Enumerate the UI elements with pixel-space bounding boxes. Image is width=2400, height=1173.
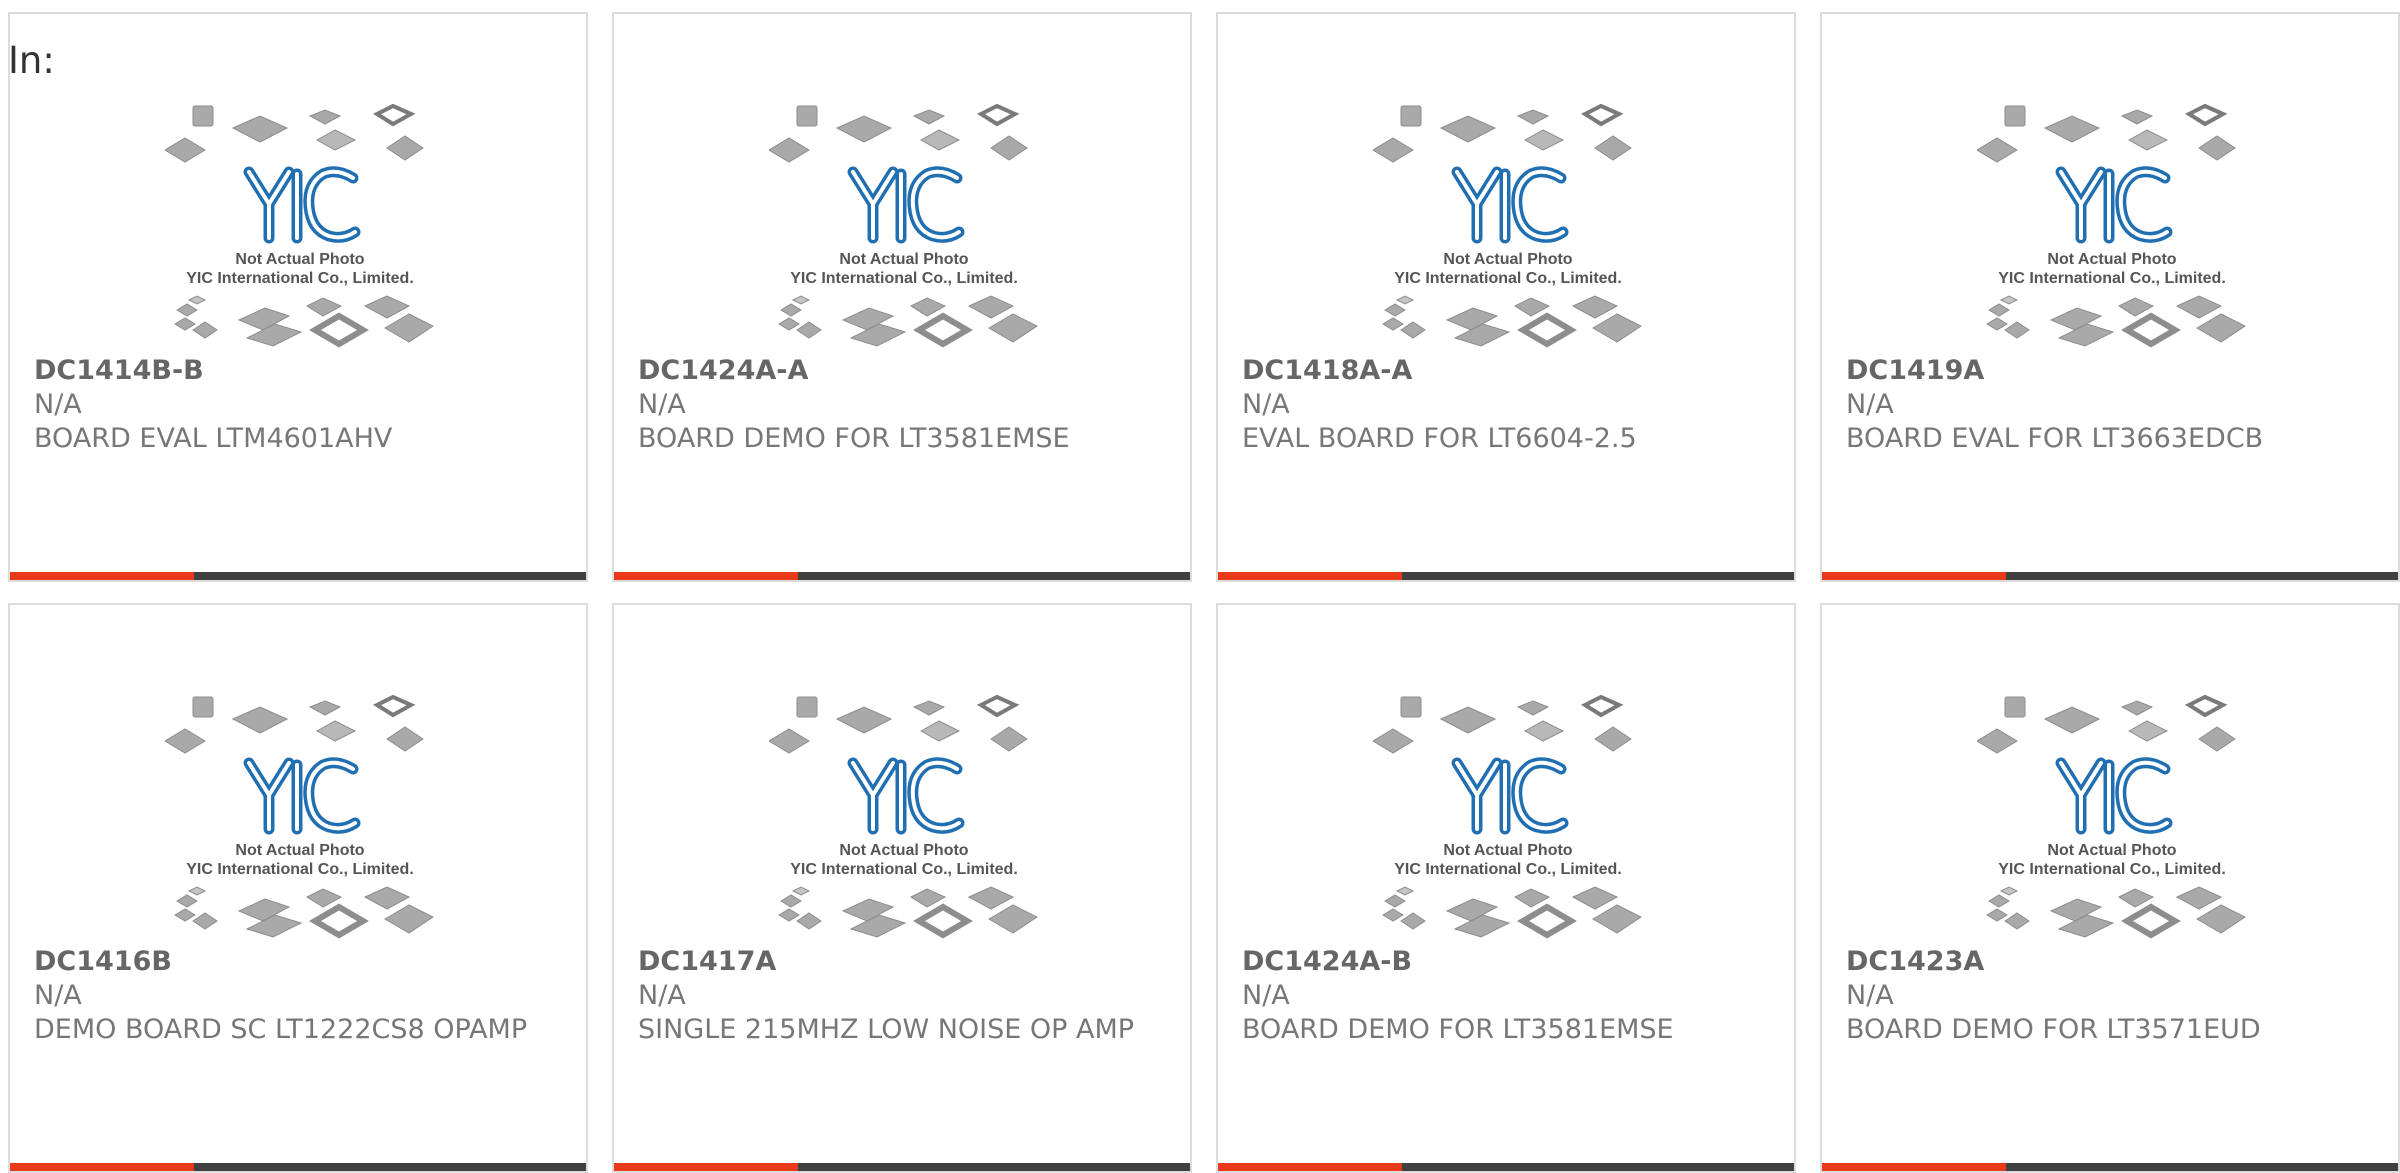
caption-line2: YIC International Co., Limited. — [186, 861, 414, 878]
product-card-dc1416b[interactable]: Not Actual Photo YIC International Co., … — [8, 603, 588, 1173]
card-bar-accent — [1822, 1163, 2007, 1171]
card-bar — [614, 572, 1190, 580]
product-info: DC1419A N/A BOARD EVAL FOR LT3663EDCB — [1846, 354, 2376, 456]
caption-line1: Not Actual Photo — [1443, 842, 1572, 859]
manufacturer: N/A — [1846, 389, 1894, 420]
caption-line1: Not Actual Photo — [1443, 251, 1572, 268]
part-number[interactable]: DC1417A — [638, 945, 1168, 979]
description: DEMO BOARD SC LT1222CS8 OPAMP — [34, 1014, 528, 1045]
card-bar — [1822, 572, 2398, 580]
product-info: DC1418A-A N/A EVAL BOARD FOR LT6604-2.5 — [1242, 354, 1772, 456]
manufacturer: N/A — [1242, 980, 1290, 1011]
caption-line1: Not Actual Photo — [839, 251, 968, 268]
part-number[interactable]: DC1424A-A — [638, 354, 1168, 388]
product-info: DC1423A N/A BOARD DEMO FOR LT3571EUD — [1846, 945, 2376, 1047]
product-info: DC1416B N/A DEMO BOARD SC LT1222CS8 OPAM… — [34, 945, 564, 1047]
manufacturer: N/A — [34, 389, 82, 420]
card-bar-accent — [1822, 572, 2007, 580]
description: BOARD EVAL FOR LT3663EDCB — [1846, 423, 2264, 454]
card-bar — [1822, 1163, 2398, 1171]
card-bar-accent — [10, 572, 195, 580]
product-image: Not Actual Photo YIC International Co., … — [165, 102, 435, 354]
caption-line1: Not Actual Photo — [2047, 251, 2176, 268]
card-bar-accent — [1218, 1163, 1403, 1171]
product-card-dc1423a[interactable]: Not Actual Photo YIC International Co., … — [1820, 603, 2400, 1173]
part-number[interactable]: DC1414B-B — [34, 354, 564, 388]
caption-line2: YIC International Co., Limited. — [1394, 270, 1622, 287]
product-image: Not Actual Photo YIC International Co., … — [1977, 693, 2247, 945]
part-number[interactable]: DC1416B — [34, 945, 564, 979]
caption-line1: Not Actual Photo — [235, 251, 364, 268]
caption-line1: Not Actual Photo — [235, 842, 364, 859]
product-card-dc1418a-a[interactable]: Not Actual Photo YIC International Co., … — [1216, 12, 1796, 582]
manufacturer: N/A — [638, 980, 686, 1011]
product-image: Not Actual Photo YIC International Co., … — [1977, 102, 2247, 354]
caption-line1: Not Actual Photo — [839, 842, 968, 859]
card-bar — [1218, 572, 1794, 580]
product-image: Not Actual Photo YIC International Co., … — [1373, 102, 1643, 354]
card-bar — [1218, 1163, 1794, 1171]
product-image: Not Actual Photo YIC International Co., … — [1373, 693, 1643, 945]
product-info: DC1417A N/A SINGLE 215MHZ LOW NOISE OP A… — [638, 945, 1168, 1047]
description: BOARD EVAL LTM4601AHV — [34, 423, 393, 454]
caption-line2: YIC International Co., Limited. — [790, 861, 1018, 878]
caption-line2: YIC International Co., Limited. — [1998, 861, 2226, 878]
product-info: DC1424A-B N/A BOARD DEMO FOR LT3581EMSE — [1242, 945, 1772, 1047]
filter-label: In: — [8, 39, 55, 82]
product-card-dc1424a-b[interactable]: Not Actual Photo YIC International Co., … — [1216, 603, 1796, 1173]
card-bar-accent — [1218, 572, 1403, 580]
product-grid: Not Actual Photo YIC International Co., … — [0, 0, 2400, 1173]
caption-line1: Not Actual Photo — [2047, 842, 2176, 859]
caption-line2: YIC International Co., Limited. — [790, 270, 1018, 287]
manufacturer: N/A — [1846, 980, 1894, 1011]
product-image: Not Actual Photo YIC International Co., … — [769, 693, 1039, 945]
product-image: Not Actual Photo YIC International Co., … — [769, 102, 1039, 354]
part-number[interactable]: DC1423A — [1846, 945, 2376, 979]
part-number[interactable]: DC1418A-A — [1242, 354, 1772, 388]
part-number[interactable]: DC1424A-B — [1242, 945, 1772, 979]
card-bar — [614, 1163, 1190, 1171]
caption-line2: YIC International Co., Limited. — [186, 270, 414, 287]
manufacturer: N/A — [1242, 389, 1290, 420]
card-bar — [10, 572, 586, 580]
product-info: DC1414B-B N/A BOARD EVAL LTM4601AHV — [34, 354, 564, 456]
card-bar — [10, 1163, 586, 1171]
card-bar-accent — [614, 1163, 799, 1171]
description: BOARD DEMO FOR LT3581EMSE — [1242, 1014, 1674, 1045]
description: SINGLE 215MHZ LOW NOISE OP AMP — [638, 1014, 1135, 1045]
description: BOARD DEMO FOR LT3581EMSE — [638, 423, 1070, 454]
product-info: DC1424A-A N/A BOARD DEMO FOR LT3581EMSE — [638, 354, 1168, 456]
product-card-dc1419a[interactable]: Not Actual Photo YIC International Co., … — [1820, 12, 2400, 582]
caption-line2: YIC International Co., Limited. — [1998, 270, 2226, 287]
description: EVAL BOARD FOR LT6604-2.5 — [1242, 423, 1637, 454]
manufacturer: N/A — [638, 389, 686, 420]
product-card-dc1414b-b[interactable]: Not Actual Photo YIC International Co., … — [8, 12, 588, 582]
manufacturer: N/A — [34, 980, 82, 1011]
caption-line2: YIC International Co., Limited. — [1394, 861, 1622, 878]
description: BOARD DEMO FOR LT3571EUD — [1846, 1014, 2261, 1045]
product-card-dc1424a-a[interactable]: Not Actual Photo YIC International Co., … — [612, 12, 1192, 582]
card-bar-accent — [614, 572, 799, 580]
card-bar-accent — [10, 1163, 195, 1171]
product-image: Not Actual Photo YIC International Co., … — [165, 693, 435, 945]
product-card-dc1417a[interactable]: Not Actual Photo YIC International Co., … — [612, 603, 1192, 1173]
part-number[interactable]: DC1419A — [1846, 354, 2376, 388]
